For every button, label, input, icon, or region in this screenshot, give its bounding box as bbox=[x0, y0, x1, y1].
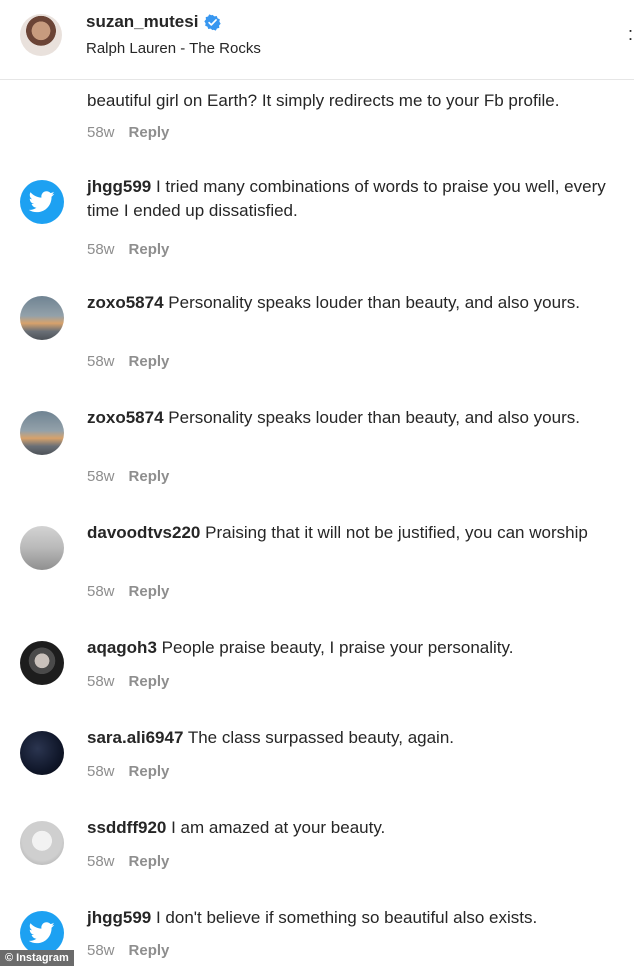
twitter-avatar[interactable] bbox=[20, 180, 64, 224]
comment-meta: 58w Reply bbox=[87, 583, 169, 600]
profile-avatar[interactable] bbox=[20, 14, 62, 56]
comment-time: 58w bbox=[87, 853, 115, 870]
comment-body: beautiful girl on Earth? It simply redir… bbox=[87, 91, 560, 110]
comment-text: beautiful girl on Earth? It simply redir… bbox=[87, 89, 627, 113]
comment-meta: 58w Reply bbox=[87, 942, 169, 959]
comment-meta: 58w Reply bbox=[87, 468, 169, 485]
comment-username[interactable]: ssddff920 bbox=[87, 818, 166, 837]
comment-meta: 58w Reply bbox=[87, 241, 169, 258]
reply-button[interactable]: Reply bbox=[129, 241, 170, 258]
comment-meta: 58w Reply bbox=[87, 353, 169, 370]
comment-username[interactable]: zoxo5874 bbox=[87, 293, 164, 312]
comment-time: 58w bbox=[87, 124, 115, 141]
reply-button[interactable]: Reply bbox=[129, 353, 170, 370]
comment-username[interactable]: jhgg599 bbox=[87, 908, 151, 927]
username-row: suzan_mutesi bbox=[86, 12, 222, 32]
comment-text: zoxo5874 Personality speaks louder than … bbox=[87, 291, 627, 315]
comment-username[interactable]: zoxo5874 bbox=[87, 408, 164, 427]
comment-meta: 58w Reply bbox=[87, 124, 169, 141]
reply-button[interactable]: Reply bbox=[129, 763, 170, 780]
post-header: suzan_mutesi Ralph Lauren - The Rocks : bbox=[0, 0, 634, 80]
comment-body: Praising that it will not be justified, … bbox=[200, 523, 588, 542]
comment-meta: 58w Reply bbox=[87, 853, 169, 870]
sunset-avatar[interactable] bbox=[20, 296, 64, 340]
reply-button[interactable]: Reply bbox=[129, 673, 170, 690]
twitter-bird-icon bbox=[29, 922, 55, 944]
comment-text: ssddff920 I am amazed at your beauty. bbox=[87, 816, 627, 840]
comment-username[interactable]: sara.ali6947 bbox=[87, 728, 183, 747]
reply-button[interactable]: Reply bbox=[129, 853, 170, 870]
comment-time: 58w bbox=[87, 673, 115, 690]
comment-body: I tried many combinations of words to pr… bbox=[87, 177, 606, 220]
man-avatar[interactable] bbox=[20, 641, 64, 685]
comment-body: I am amazed at your beauty. bbox=[166, 818, 386, 837]
verified-badge-icon bbox=[204, 13, 222, 31]
comment-text: jhgg599 I don't believe if something so … bbox=[87, 906, 627, 930]
reply-button[interactable]: Reply bbox=[129, 583, 170, 600]
comment-text: davoodtvs220 Praising that it will not b… bbox=[87, 521, 627, 545]
twitter-bird-icon bbox=[29, 191, 55, 213]
comment-username[interactable]: davoodtvs220 bbox=[87, 523, 200, 542]
location-link[interactable]: Ralph Lauren - The Rocks bbox=[86, 40, 261, 57]
comment-body: Personality speaks louder than beauty, a… bbox=[163, 408, 580, 427]
white-avatar[interactable] bbox=[20, 821, 64, 865]
comment-text: aqagoh3 People praise beauty, I praise y… bbox=[87, 636, 627, 660]
comment-username[interactable]: jhgg599 bbox=[87, 177, 151, 196]
comment-body: People praise beauty, I praise your pers… bbox=[156, 638, 514, 657]
comment-time: 58w bbox=[87, 763, 115, 780]
username-link[interactable]: suzan_mutesi bbox=[86, 12, 198, 32]
reply-button[interactable]: Reply bbox=[129, 124, 170, 141]
comment-text: jhgg599 I tried many combinations of wor… bbox=[87, 175, 627, 223]
comment-meta: 58w Reply bbox=[87, 673, 169, 690]
more-options-icon[interactable]: : bbox=[628, 24, 634, 45]
comment-time: 58w bbox=[87, 468, 115, 485]
sunset-avatar[interactable] bbox=[20, 411, 64, 455]
comment-time: 58w bbox=[87, 353, 115, 370]
twitter-avatar[interactable] bbox=[20, 911, 64, 955]
comment-text: zoxo5874 Personality speaks louder than … bbox=[87, 406, 627, 430]
comment-username[interactable]: aqagoh3 bbox=[87, 638, 157, 657]
comment-text: sara.ali6947 The class surpassed beauty,… bbox=[87, 726, 627, 750]
comment-body: Personality speaks louder than beauty, a… bbox=[163, 293, 580, 312]
reply-button[interactable]: Reply bbox=[129, 468, 170, 485]
comment-meta: 58w Reply bbox=[87, 763, 169, 780]
instagram-watermark: © Instagram bbox=[0, 950, 74, 966]
grey-avatar[interactable] bbox=[20, 526, 64, 570]
reply-button[interactable]: Reply bbox=[129, 942, 170, 959]
comment-body: The class surpassed beauty, again. bbox=[183, 728, 455, 747]
space-avatar[interactable] bbox=[20, 731, 64, 775]
instagram-comments-screen: suzan_mutesi Ralph Lauren - The Rocks : … bbox=[0, 0, 634, 966]
comment-time: 58w bbox=[87, 241, 115, 258]
comment-time: 58w bbox=[87, 942, 115, 959]
comment-body: I don't believe if something so beautifu… bbox=[151, 908, 538, 927]
comment-time: 58w bbox=[87, 583, 115, 600]
